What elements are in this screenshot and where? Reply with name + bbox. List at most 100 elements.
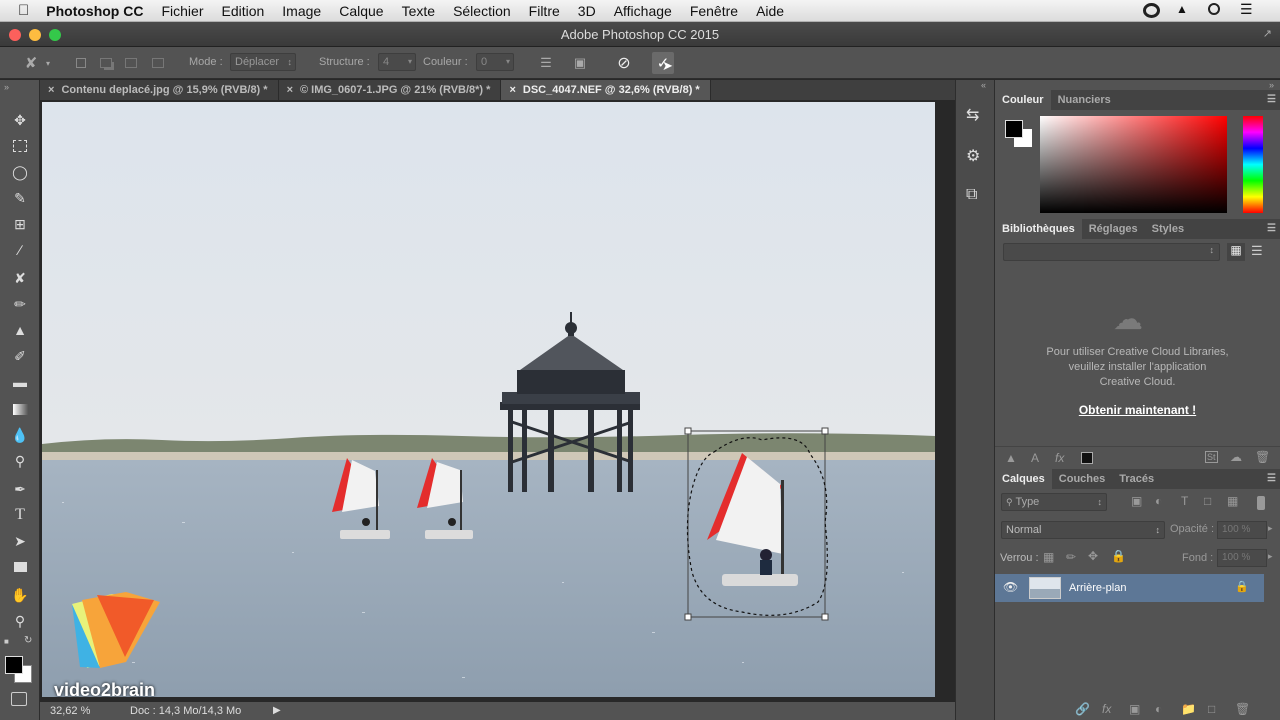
collapse-panels-icon[interactable]: » xyxy=(1269,80,1274,90)
close-tab-icon[interactable]: × xyxy=(509,84,515,96)
tab-dsc-4047[interactable]: × DSC_4047.NEF @ 32,6% (RVB/8) * xyxy=(501,80,711,100)
library-color-icon[interactable] xyxy=(1081,452,1093,464)
add-to-selection-icon[interactable] xyxy=(95,52,117,74)
couleur-field[interactable]: 0 ▾ xyxy=(476,53,514,71)
eyedropper-tool-icon[interactable]: ∕ xyxy=(8,238,32,262)
delete-layer-icon[interactable]: 🗑 xyxy=(1235,702,1250,716)
properties-panel-icon[interactable]: ⚙ xyxy=(966,146,980,166)
minimize-window-icon[interactable] xyxy=(29,29,41,41)
menu-edition[interactable]: Edition xyxy=(212,3,273,19)
layer-comps-panel-icon[interactable]: ⧉ xyxy=(966,186,977,204)
collapse-dock-icon[interactable]: « xyxy=(981,80,986,90)
fullscreen-icon[interactable]: ↗ xyxy=(1263,22,1272,47)
quick-mask-icon[interactable] xyxy=(11,692,27,706)
eject-icon[interactable]: ▲ xyxy=(1176,2,1188,16)
tool-preset-dropdown-icon[interactable]: ▾ xyxy=(42,52,54,74)
panel-menu-icon[interactable]: ☰ xyxy=(1267,223,1276,234)
cancel-transform-icon[interactable]: ⊘ xyxy=(613,52,635,74)
lasso-tool-icon[interactable]: ◯ xyxy=(8,160,32,184)
lock-image-pixels-icon[interactable]: ✏ xyxy=(1066,550,1076,564)
menu-selection[interactable]: Sélection xyxy=(444,3,520,19)
tab-bibliotheques[interactable]: Bibliothèques xyxy=(995,219,1082,239)
new-adjustment-layer-icon[interactable]: ◐ xyxy=(1155,702,1162,716)
library-graphic-icon[interactable]: ▲ xyxy=(1005,451,1017,465)
tab-nuanciers[interactable]: Nuanciers xyxy=(1051,90,1118,110)
zoom-level[interactable]: 32,62 % xyxy=(50,702,90,720)
lock-position-icon[interactable]: ✥ xyxy=(1088,549,1098,563)
tab-traces[interactable]: Tracés xyxy=(1112,469,1161,489)
blur-tool-icon[interactable]: 💧 xyxy=(8,423,32,447)
quick-selection-tool-icon[interactable]: ✎ xyxy=(8,186,32,210)
type-tool-icon[interactable]: T xyxy=(8,503,32,527)
zoom-window-icon[interactable] xyxy=(49,29,61,41)
fill-arrow-icon[interactable]: ▸ xyxy=(1268,551,1273,562)
grid-view-icon[interactable]: ▦ xyxy=(1227,243,1245,261)
path-selection-tool-icon[interactable]: ➤ xyxy=(8,529,32,553)
filter-shape-icon[interactable]: □ xyxy=(1204,494,1211,508)
move-tool-icon[interactable]: ✥ xyxy=(8,108,32,132)
list-view-icon[interactable]: ☰ xyxy=(1251,243,1263,259)
collapse-toolbar-icon[interactable]: » xyxy=(4,82,9,92)
eraser-tool-icon[interactable]: ▬ xyxy=(8,370,32,394)
default-colors-icon[interactable]: ■ xyxy=(4,637,9,646)
blend-mode-dropdown[interactable]: Normal ↕ xyxy=(1001,521,1165,539)
filter-smart-object-icon[interactable]: ▦ xyxy=(1227,494,1238,508)
fill-field[interactable]: 100 % xyxy=(1217,549,1267,567)
foreground-color-swatch[interactable] xyxy=(5,656,23,674)
menu-affichage[interactable]: Affichage xyxy=(605,3,681,19)
structure-field[interactable]: 4 ▾ xyxy=(378,53,416,71)
library-stock-icon[interactable]: St xyxy=(1205,451,1218,463)
zoom-tool-icon[interactable]: ⚲ xyxy=(8,609,32,633)
add-mask-icon[interactable]: ▣ xyxy=(1129,702,1140,716)
visibility-eye-icon[interactable]: 👁 xyxy=(1003,580,1018,594)
panel-menu-icon[interactable]: ☰ xyxy=(1267,473,1276,484)
status-menu-arrow-icon[interactable]: ▶ xyxy=(273,702,281,720)
close-window-icon[interactable] xyxy=(9,29,21,41)
menu-calque[interactable]: Calque xyxy=(330,3,392,19)
library-fx-icon[interactable]: fx xyxy=(1055,451,1064,465)
panel-menu-icon[interactable]: ☰ xyxy=(1267,94,1276,105)
close-tab-icon[interactable]: × xyxy=(48,84,54,96)
subtract-from-selection-icon[interactable] xyxy=(120,52,142,74)
foreground-color-swatch[interactable] xyxy=(1005,120,1023,138)
opacity-arrow-icon[interactable]: ▸ xyxy=(1268,523,1273,534)
new-selection-icon[interactable] xyxy=(70,52,92,74)
brush-tool-icon[interactable]: ✏ xyxy=(8,292,32,316)
clone-stamp-tool-icon[interactable]: ▲ xyxy=(8,318,32,342)
add-layer-style-icon[interactable]: fx xyxy=(1102,702,1111,716)
tab-styles[interactable]: Styles xyxy=(1145,219,1191,239)
hand-tool-icon[interactable]: ✋ xyxy=(8,583,32,607)
close-tab-icon[interactable]: × xyxy=(287,84,293,96)
content-aware-move-tool-icon[interactable]: ✘ xyxy=(8,266,32,290)
layer-filter-dropdown[interactable]: ⚲ Type ↕ xyxy=(1001,493,1107,511)
filter-pixel-icon[interactable]: ▣ xyxy=(1131,494,1142,508)
menu-fenetre[interactable]: Fenêtre xyxy=(681,3,747,19)
filter-toggle-switch[interactable] xyxy=(1257,496,1265,510)
lock-transparent-pixels-icon[interactable]: ▦ xyxy=(1043,550,1054,564)
dodge-tool-icon[interactable]: ⚲ xyxy=(8,449,32,473)
document-canvas[interactable]: video2brain xyxy=(42,102,935,697)
library-dropdown[interactable]: ↕ xyxy=(1003,243,1220,261)
layer-name[interactable]: Arrière-plan xyxy=(1069,582,1126,594)
new-layer-icon[interactable]: □ xyxy=(1208,702,1215,716)
tab-contenu-deplace[interactable]: × Contenu deplacé.jpg @ 15,9% (RVB/8) * xyxy=(40,80,279,100)
menu-image[interactable]: Image xyxy=(273,3,330,19)
history-brush-tool-icon[interactable]: ✐ xyxy=(8,344,32,368)
filter-type-icon[interactable]: T xyxy=(1181,494,1188,508)
library-text-icon[interactable]: A xyxy=(1031,451,1039,465)
content-aware-move-tool-icon[interactable]: ✘ xyxy=(20,52,42,74)
sample-all-layers-icon[interactable]: ☰ xyxy=(535,52,557,74)
app-menu[interactable]: Photoshop CC xyxy=(38,3,152,19)
menu-3d[interactable]: 3D xyxy=(569,3,605,19)
layer-row[interactable]: 👁 Arrière-plan 🔒 xyxy=(995,574,1264,602)
filter-adjustment-icon[interactable]: ◐ xyxy=(1155,494,1162,508)
pen-tool-icon[interactable]: ✒ xyxy=(8,477,32,501)
marquee-tool-icon[interactable] xyxy=(8,134,32,158)
hue-slider[interactable] xyxy=(1243,116,1263,213)
crop-tool-icon[interactable]: ⊞ xyxy=(8,212,32,236)
creative-cloud-icon[interactable] xyxy=(1143,3,1160,18)
menu-aide[interactable]: Aide xyxy=(747,3,793,19)
library-delete-icon[interactable]: 🗑 xyxy=(1255,450,1270,464)
color-field[interactable] xyxy=(1040,116,1227,213)
tab-img-0607[interactable]: × © IMG_0607-1.JPG @ 21% (RVB/8*) * xyxy=(279,80,502,100)
